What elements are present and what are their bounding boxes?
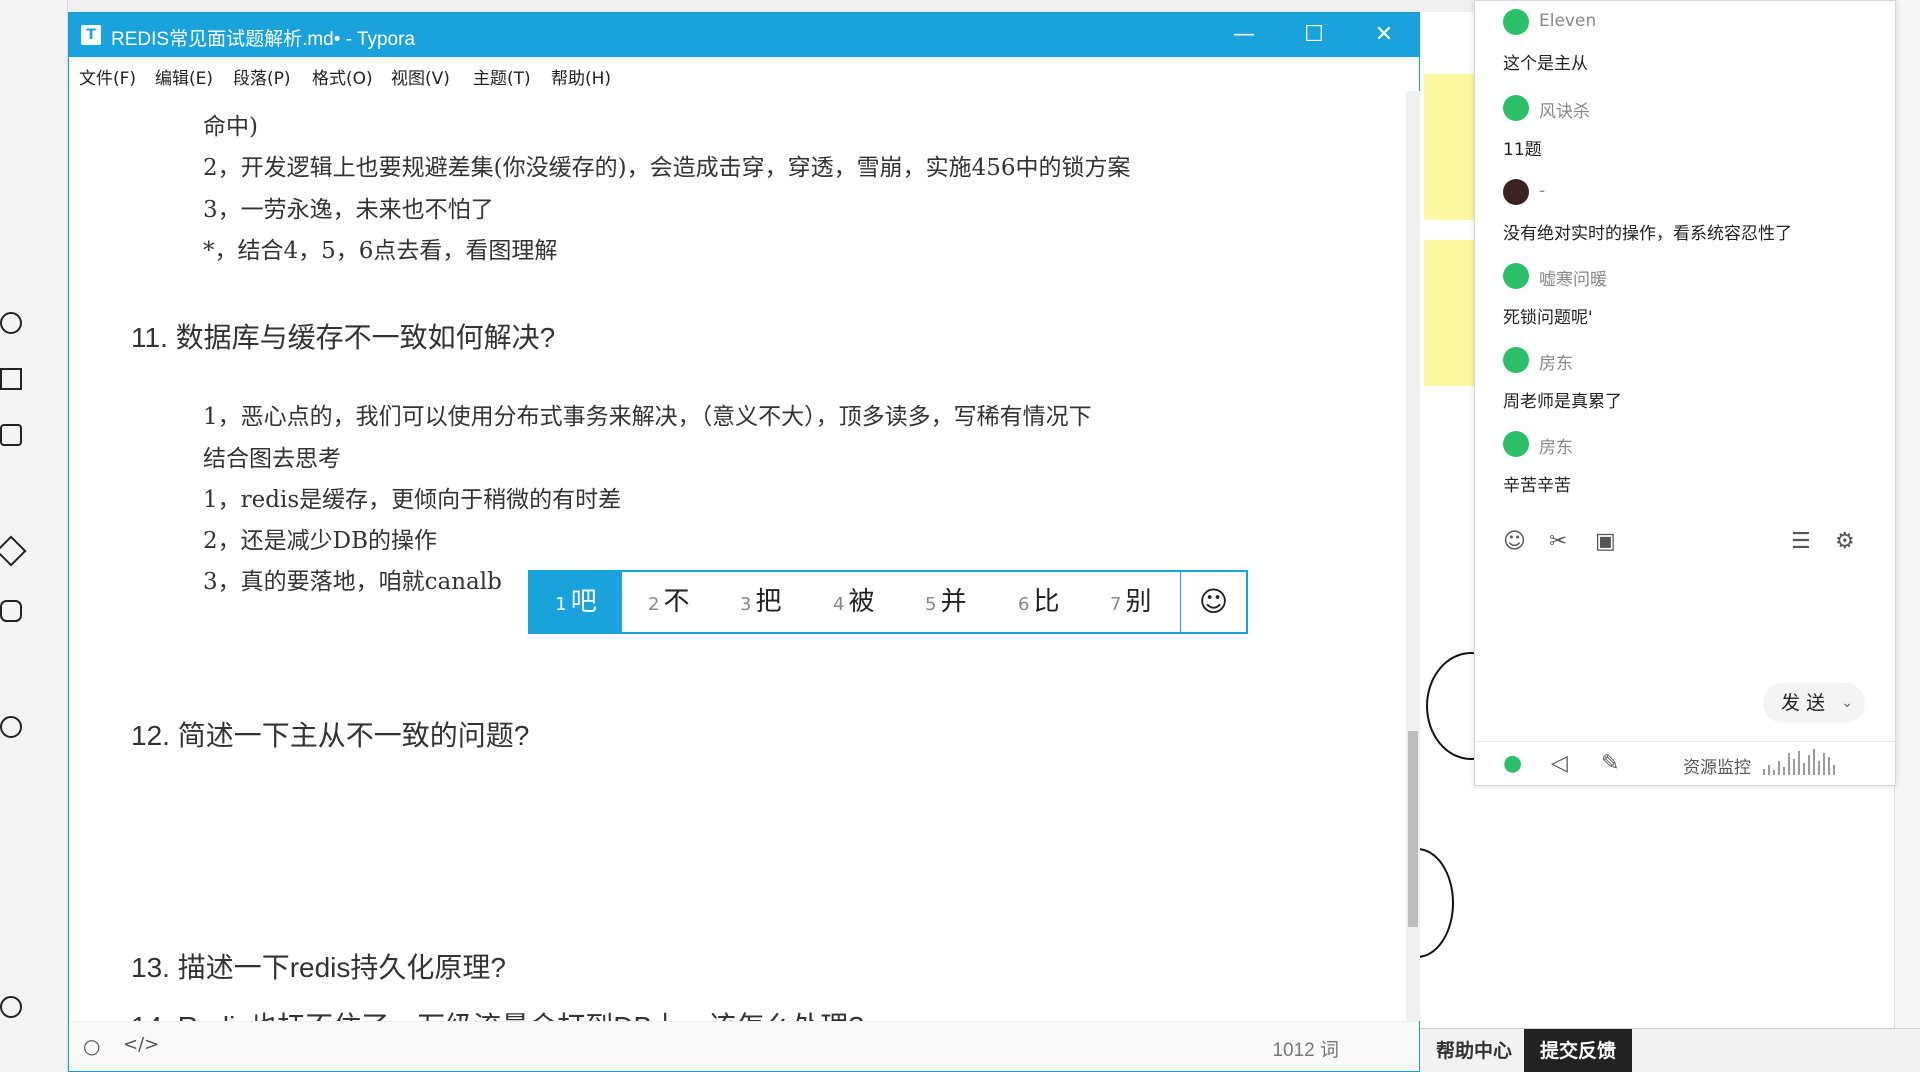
window-title: REDIS常见面试题解析.md• - Typora — [111, 29, 416, 50]
minimize-icon[interactable]: — — [1209, 13, 1279, 57]
close-icon[interactable]: ✕ — [1349, 13, 1419, 57]
ime-candidate[interactable]: 4被 — [833, 572, 874, 632]
message-text: 11题 — [1503, 140, 1542, 160]
message-text: 死锁问题呢' — [1503, 308, 1593, 328]
ime-candidate[interactable]: 6比 — [1018, 572, 1059, 632]
send-button[interactable]: 发 送 ⌄ — [1763, 683, 1865, 723]
cloud-shape-icon[interactable] — [0, 996, 22, 1018]
resource-monitor-graph — [1763, 749, 1841, 775]
message-text: 这个是主从 — [1503, 54, 1588, 74]
ime-candidate[interactable]: 2不 — [648, 572, 689, 632]
ime-candidate[interactable]: 1吧 — [530, 572, 622, 632]
menu-edit[interactable]: 编辑(E) — [155, 64, 213, 89]
avatar — [1503, 179, 1529, 205]
ime-emoji-icon[interactable]: ☺ — [1180, 572, 1246, 632]
sticky-note — [1424, 74, 1474, 220]
doc-line-editing: 3，真的要落地，咱就canalb — [203, 569, 502, 595]
chevron-down-icon[interactable]: ⌄ — [1841, 683, 1853, 723]
resource-monitor-label[interactable]: 资源监控 — [1683, 753, 1751, 778]
message-text: 没有绝对实时的操作，看系统容忍性了 — [1503, 224, 1792, 244]
microphone-icon[interactable]: ● — [1503, 751, 1522, 776]
ime-candidate[interactable]: 5并 — [925, 572, 966, 632]
doc-line: 3，一劳永逸，未来也不怕了 — [203, 197, 494, 223]
rounded-rectangle-shape-icon[interactable] — [0, 424, 22, 446]
heading-13: 13. 描述一下redis持久化原理? — [131, 952, 506, 983]
menu-bar: 文件(F) 编辑(E) 段落(P) 格式(O) 视图(V) 主题(T) 帮助(H… — [69, 57, 1419, 91]
settings-icon[interactable]: ⚙ — [1835, 529, 1855, 554]
menu-view[interactable]: 视图(V) — [391, 64, 450, 89]
drawing-shape-palette — [0, 0, 68, 1072]
pentagon-shape-icon[interactable] — [0, 600, 22, 622]
maximize-icon[interactable]: ☐ — [1279, 13, 1349, 57]
message-text: 周老师是真累了 — [1503, 392, 1622, 412]
status-bar: ○ </> 1012 词 — [69, 1021, 1419, 1071]
doc-line: 1，恶心点的，我们可以使用分布式事务来解决，（意义不大），顶多读多，写稀有情况下 — [203, 404, 1092, 430]
avatar — [1503, 9, 1529, 35]
menu-file[interactable]: 文件(F) — [79, 64, 136, 89]
pen-icon[interactable]: ✎ — [1601, 751, 1619, 776]
chat-history-icon[interactable]: ☰ — [1791, 529, 1811, 554]
typora-app-icon: T — [81, 25, 101, 45]
menu-format[interactable]: 格式(O) — [312, 64, 373, 89]
heading-11: 11. 数据库与缓存不一致如何解决? — [131, 322, 556, 353]
bottom-action-bar: 帮助中心 提交反馈 — [1420, 1028, 1920, 1072]
right-tool-strip — [1894, 0, 1920, 1072]
circle-shape-icon[interactable] — [0, 312, 22, 334]
sticky-note — [1424, 240, 1474, 386]
rectangle-shape-icon[interactable] — [0, 368, 22, 390]
ime-candidate[interactable]: 7别 — [1110, 572, 1151, 632]
chat-panel: Eleven 这个是主从 风诀杀 11题 - 没有绝对实时的操作，看系统容忍性了… — [1474, 0, 1896, 786]
emoji-icon[interactable]: ☺ — [1503, 529, 1526, 554]
scissors-icon[interactable]: ✂ — [1549, 529, 1567, 554]
sidebar-toggle-icon[interactable]: ○ — [83, 1034, 100, 1058]
doc-line: 结合图去思考 — [203, 446, 341, 472]
speaker-icon[interactable]: ◁ — [1551, 751, 1568, 776]
doc-line: 2，开发逻辑上也要规避差集(你没缓存的)，会造成击穿，穿透，雪崩，实施456中的… — [203, 155, 1131, 181]
doc-line: 命中) — [203, 114, 258, 140]
avatar — [1503, 263, 1529, 289]
octagon-shape-icon[interactable] — [0, 716, 22, 738]
scroll-thumb[interactable] — [1408, 731, 1418, 927]
editor-content[interactable]: 命中) 2，开发逻辑上也要规避差集(你没缓存的)，会造成击穿，穿透，雪崩，实施4… — [69, 91, 1419, 1021]
source-code-mode-icon[interactable]: </> — [123, 1034, 159, 1055]
menu-theme[interactable]: 主题(T) — [473, 64, 531, 89]
menu-paragraph[interactable]: 段落(P) — [233, 64, 291, 89]
help-center-button[interactable]: 帮助中心 — [1420, 1029, 1528, 1072]
avatar — [1503, 431, 1529, 457]
message-text: 辛苦辛苦 — [1503, 476, 1571, 496]
avatar — [1503, 347, 1529, 373]
doc-line: 2，还是减少DB的操作 — [203, 528, 437, 554]
menu-help[interactable]: 帮助(H) — [551, 64, 611, 89]
ime-candidate[interactable]: 3把 — [740, 572, 781, 632]
avatar — [1503, 95, 1529, 121]
heading-14: 14. Redis也扛不住了，万级流量会打到DB上，该怎么处理? — [131, 1005, 864, 1021]
word-count[interactable]: 1012 词 — [1272, 1035, 1339, 1062]
editor-scrollbar[interactable] — [1406, 91, 1420, 1021]
doc-line: *，结合4，5，6点去看，看图理解 — [203, 238, 558, 264]
ime-candidate-bar: 1吧 2不 3把 4被 5并 6比 7别 ☺ — [528, 570, 1248, 634]
diamond-shape-icon[interactable] — [0, 535, 27, 567]
image-icon[interactable]: ▣ — [1595, 529, 1616, 554]
typora-window: T REDIS常见面试题解析.md• - Typora — ☐ ✕ 文件(F) … — [68, 12, 1420, 1072]
heading-12: 12. 简述一下主从不一致的问题? — [131, 720, 530, 751]
submit-feedback-button[interactable]: 提交反馈 — [1524, 1029, 1633, 1072]
title-bar: T REDIS常见面试题解析.md• - Typora — ☐ ✕ — [69, 13, 1419, 57]
divider — [1475, 741, 1895, 742]
doc-line: 1，redis是缓存，更倾向于稍微的有时差 — [203, 487, 622, 513]
